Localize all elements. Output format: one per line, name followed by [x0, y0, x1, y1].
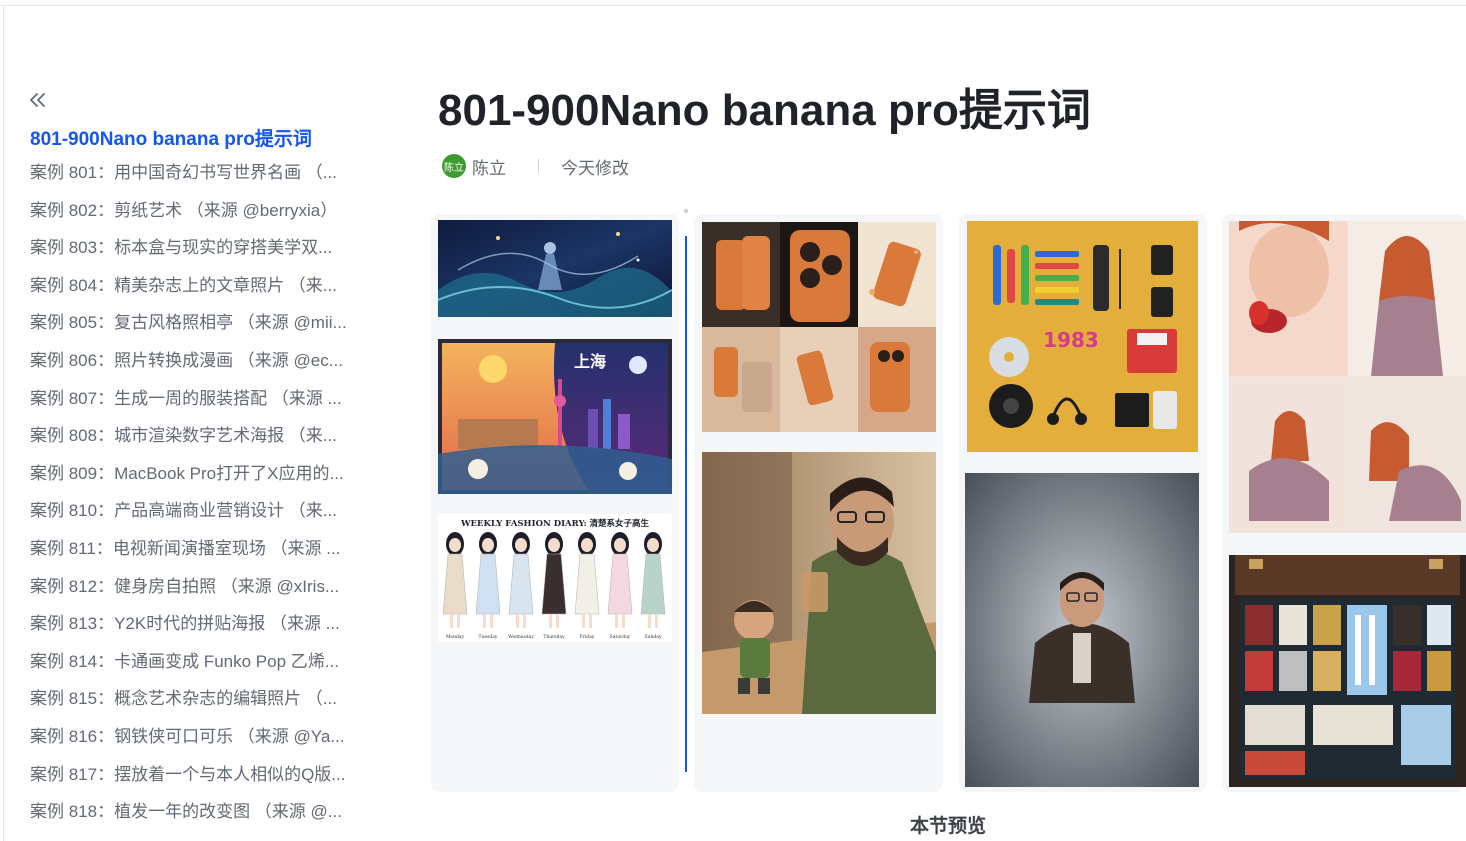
toc-item[interactable]: 案例 809：MacBook Pro打开了X应用的...	[30, 455, 370, 493]
column-resize-handle[interactable]	[685, 236, 687, 772]
meta-divider	[538, 159, 539, 173]
page-title: 801-900Nano banana pro提示词	[438, 86, 1091, 135]
gallery-image-redhead-grid[interactable]	[1229, 221, 1466, 533]
author-name[interactable]: 陈立	[472, 154, 506, 179]
gallery-image-fashion-diary[interactable]: WEEKLY FASHION DIARY: 清楚系女子高生 Monday Tues…	[438, 514, 672, 642]
modified-time: 今天修改	[561, 158, 629, 178]
drag-handle-dot[interactable]	[684, 209, 688, 213]
gallery-column-4	[1222, 214, 1466, 792]
fashion-day-label: Saturday	[610, 634, 631, 640]
fashion-day-label: Tuesday	[479, 634, 498, 640]
section-preview-caption: 本节预览	[910, 816, 987, 837]
sidebar: 801-900Nano banana pro提示词 案例 801：用中国奇幻书写…	[0, 0, 380, 841]
toc-item[interactable]: 案例 801：用中国奇幻书写世界名画 （...	[30, 154, 370, 192]
fashion-day-label: Wednesday	[508, 634, 534, 640]
toc-item[interactable]: 案例 813：Y2K时代的拼贴海报 （来源 ...	[30, 605, 370, 643]
fashion-day-label: Friday	[580, 634, 595, 640]
toc-item[interactable]: 案例 802：剪纸艺术 （来源 @berryxia）	[30, 192, 370, 230]
fashion-title: WEEKLY FASHION DIARY: 清楚系女子高生	[460, 518, 650, 529]
gallery-image-1983-knolling[interactable]: 1983	[967, 221, 1198, 452]
gallery-image-fantasy-painting[interactable]	[438, 220, 672, 317]
toc-item[interactable]: 案例 810：产品高端商业营销设计 （来...	[30, 492, 370, 530]
table-of-contents: 801-900Nano banana pro提示词 案例 801：用中国奇幻书写…	[30, 126, 370, 831]
toc-item[interactable]: 案例 817：摆放着一个与本人相似的Q版...	[30, 756, 370, 794]
fashion-day-label: Monday	[446, 634, 465, 640]
gallery-column-3: 1983	[959, 214, 1207, 792]
gallery-column-2	[694, 214, 943, 792]
toc-item[interactable]: 案例 808：城市渲染数字艺术海报 （来...	[30, 417, 370, 455]
toc-item[interactable]: 案例 805：复古风格照相亭 （来源 @mii...	[30, 304, 370, 342]
collapse-sidebar-icon[interactable]	[26, 88, 50, 112]
year-text: 1983	[1043, 328, 1099, 352]
toc-item[interactable]: 案例 803：标本盒与现实的穿搭美学双...	[30, 229, 370, 267]
avatar[interactable]: 陈立	[442, 154, 466, 178]
gallery-column-1: 上海 WEEKLY FASHION DIARY: 清楚系女子高生 Monday T…	[431, 214, 679, 792]
fashion-day-label: Sunday	[645, 634, 662, 640]
fashion-day-label: Thursday	[543, 634, 565, 640]
shanghai-text: 上海	[574, 352, 606, 371]
toc-item[interactable]: 案例 816：钢铁侠可口可乐 （来源 @Ya...	[30, 718, 370, 756]
gallery-image-portrait-from-above[interactable]	[965, 473, 1199, 787]
toc-item[interactable]: 案例 807：生成一周的服装搭配 （来源 ...	[30, 380, 370, 418]
toc-item[interactable]: 案例 812：健身房自拍照 （来源 @xIris...	[30, 568, 370, 606]
toc-active-item[interactable]: 801-900Nano banana pro提示词	[30, 126, 370, 154]
toc-item[interactable]: 案例 818：植发一年的改变图 （来源 @...	[30, 793, 370, 831]
toc-item[interactable]: 案例 814：卡通画变成 Funko Pop 乙烯...	[30, 643, 370, 681]
toc-item[interactable]: 案例 811：电视新闻演播室现场 （来源 ...	[30, 530, 370, 568]
gallery-image-shanghai-poster[interactable]: 上海	[438, 339, 672, 494]
toc-item[interactable]: 案例 804：精美杂志上的文章照片 （来...	[30, 267, 370, 305]
gallery-image-orange-phone[interactable]	[702, 222, 936, 432]
gallery-image-messi-trunk[interactable]	[1229, 555, 1466, 787]
toc-item[interactable]: 案例 815：概念艺术杂志的编辑照片 （...	[30, 680, 370, 718]
doc-meta: 陈立 陈立 今天修改	[442, 153, 629, 179]
gallery-image-cafe-man[interactable]	[702, 452, 936, 714]
toc-item[interactable]: 案例 806：照片转换成漫画 （来源 @ec...	[30, 342, 370, 380]
